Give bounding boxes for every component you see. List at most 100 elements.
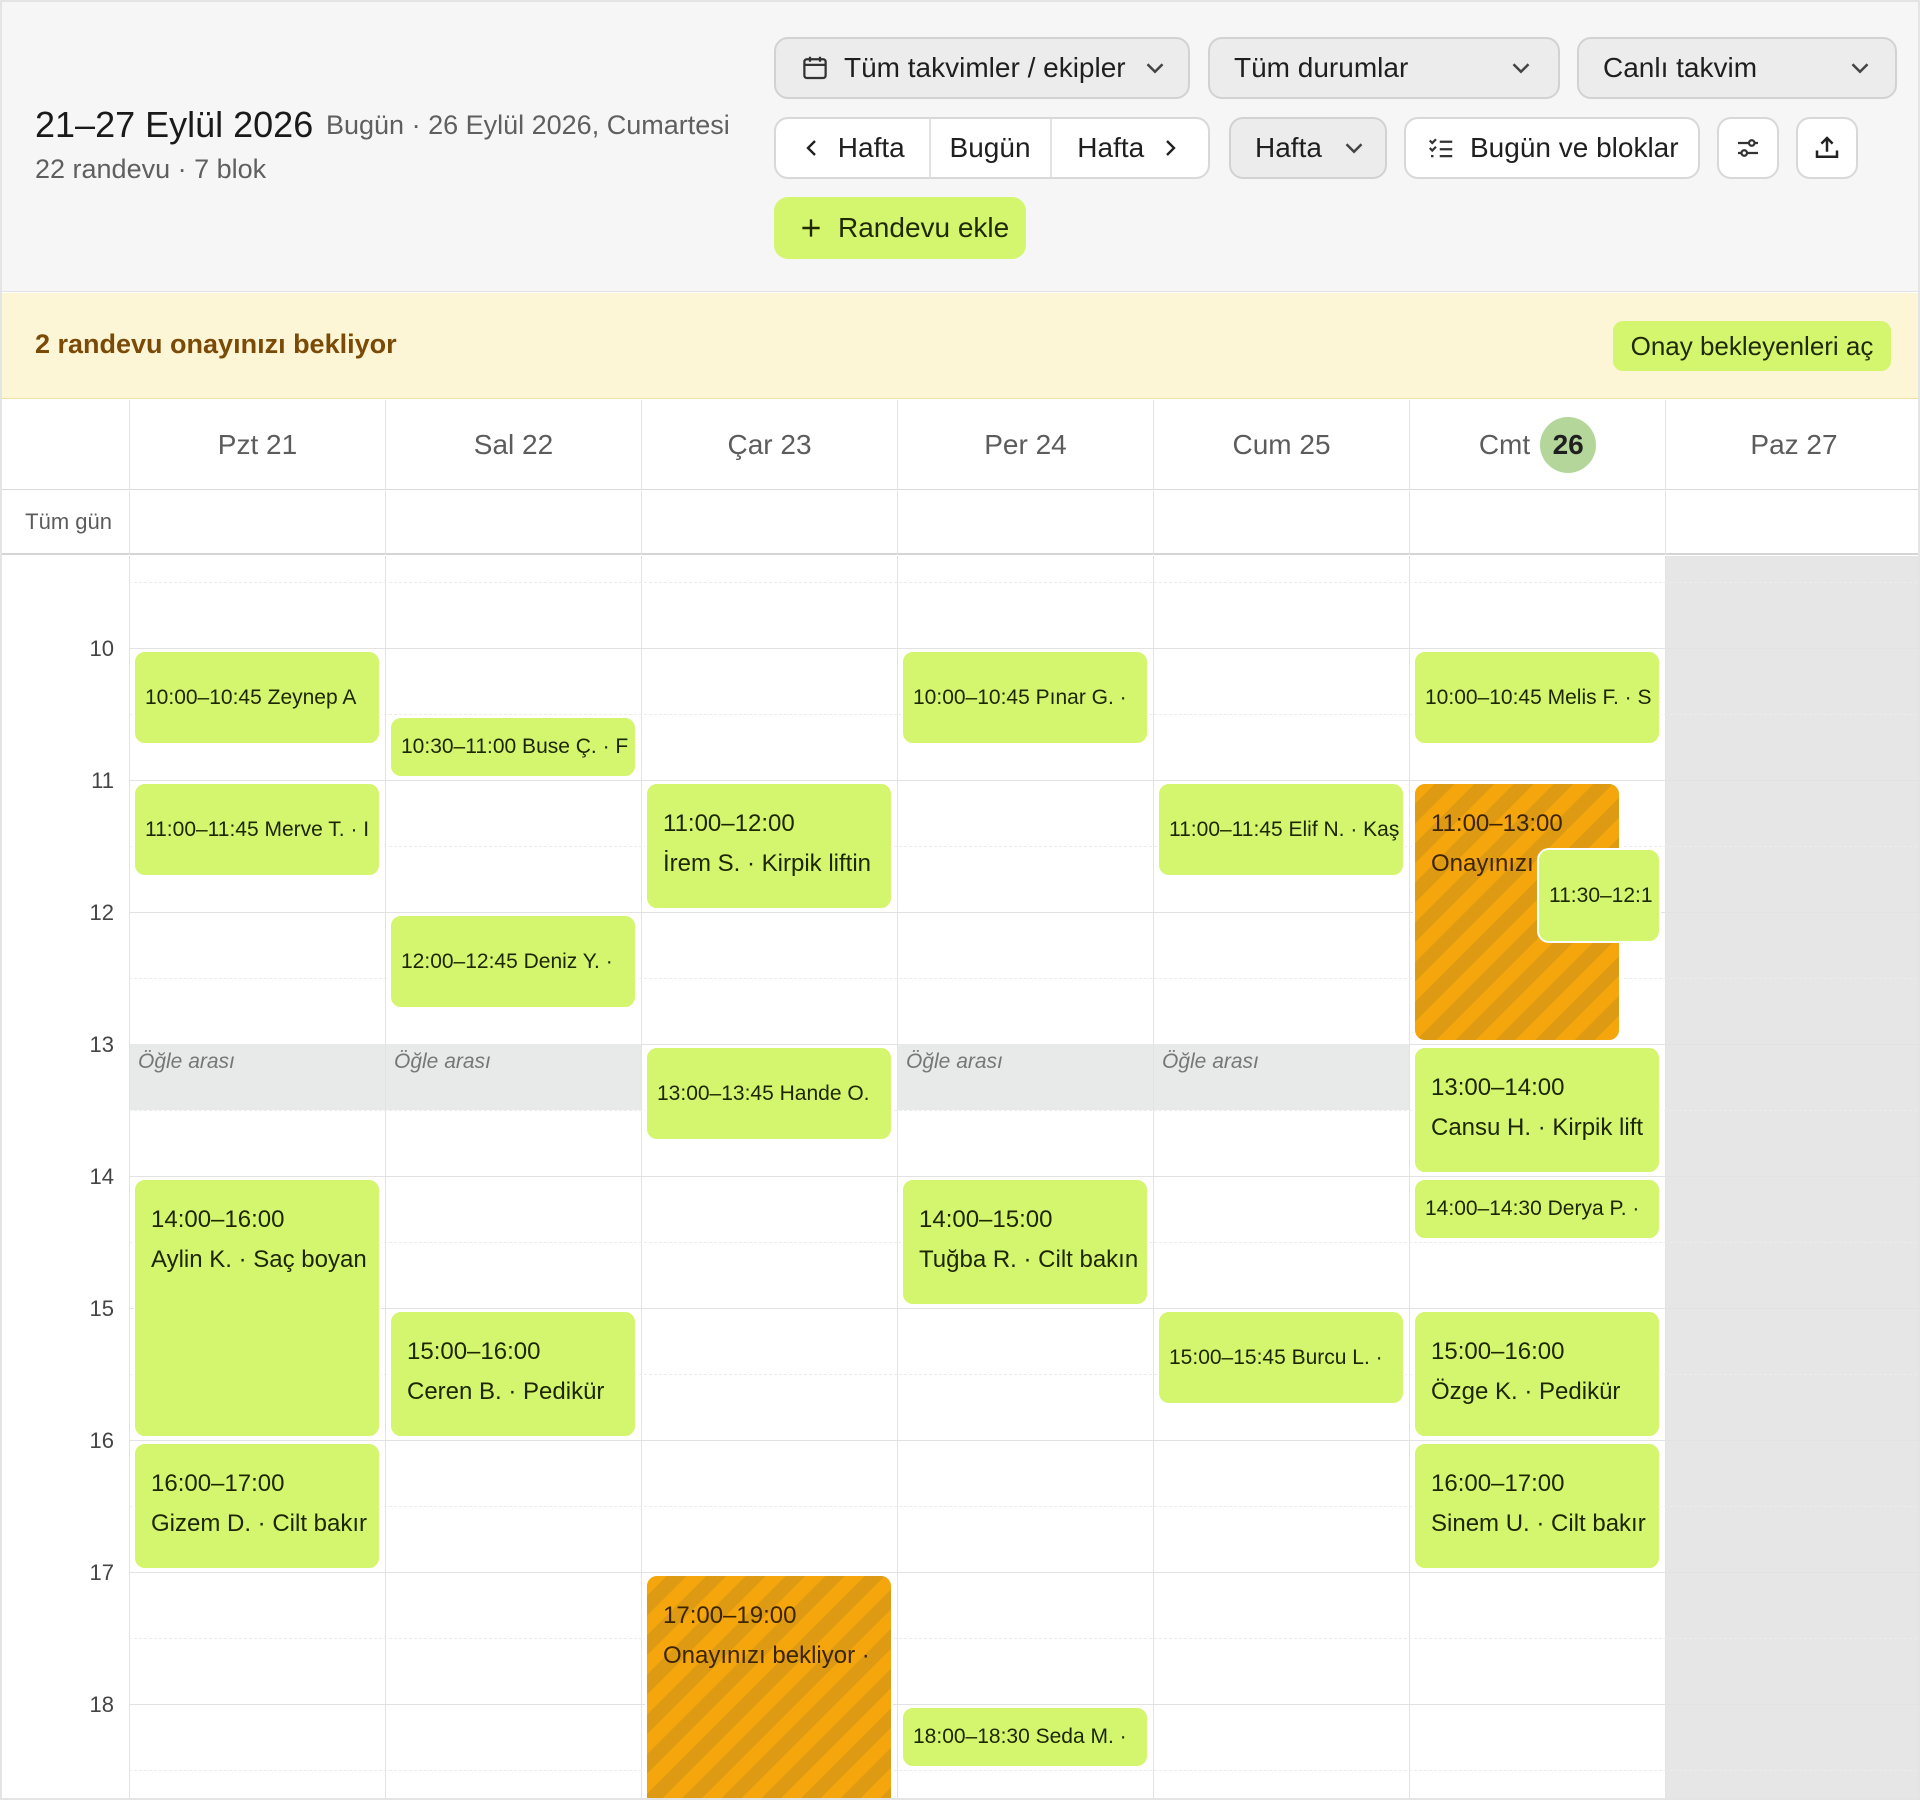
lunch-break-block: Öğle arası	[386, 1044, 641, 1110]
day-header-27[interactable]: Paz 27	[1665, 400, 1918, 490]
appointment-block[interactable]: 14:00–14:30 Derya P. ·	[1413, 1178, 1661, 1240]
appointment-detail: Onayınızı b	[1431, 850, 1554, 877]
chevron-down-icon	[1506, 53, 1536, 83]
calendars-filter[interactable]: Tüm takvimler / ekipler	[774, 37, 1190, 99]
all-day-cell[interactable]	[1665, 491, 1918, 555]
week-time-grid[interactable]: 09101112131415161718Öğle arasıÖğle arası…	[2, 556, 1918, 1798]
appointment-block[interactable]: 16:00–17:00 Gizem D. · Cilt bakır	[133, 1442, 381, 1570]
appointment-summary: 10:30–11:00 Buse Ç. · F	[401, 735, 629, 758]
next-week-button[interactable]: Hafta	[1052, 119, 1208, 177]
appointment-block[interactable]: 10:00–10:45 Melis F. · S	[1413, 650, 1661, 745]
display-settings-button[interactable]	[1717, 117, 1779, 179]
half-hour-line	[129, 582, 1918, 583]
chevron-left-icon	[800, 136, 824, 160]
day-header-24[interactable]: Per 24	[897, 400, 1153, 490]
prev-week-button[interactable]: Hafta	[776, 119, 931, 177]
appointment-time: 11:00–13:00	[1431, 810, 1563, 837]
appointment-block[interactable]: 15:00–16:00 Özge K. · Pedikür	[1413, 1310, 1661, 1438]
status-filter[interactable]: Tüm durumlar	[1208, 37, 1560, 99]
hour-label: 14	[89, 1164, 114, 1189]
appointment-block[interactable]: 18:00–18:30 Seda M. ·	[901, 1706, 1149, 1768]
appointment-block[interactable]: 15:00–15:45 Burcu L. ·	[1157, 1310, 1405, 1405]
lunch-break-block: Öğle arası	[130, 1044, 385, 1110]
day-header-26[interactable]: Cmt 26	[1409, 400, 1665, 490]
appointment-time: 14:00–15:00	[919, 1206, 1053, 1233]
all-day-cell[interactable]	[641, 491, 897, 555]
appointment-block[interactable]: 13:00–13:45 Hande O.	[645, 1046, 893, 1141]
all-day-cell[interactable]	[129, 491, 385, 555]
appointment-detail: Onayınızı bekliyor ·	[663, 1642, 870, 1669]
day-header-22[interactable]: Sal 22	[385, 400, 641, 490]
appointment-detail: Ceren B. · Pedikür	[407, 1378, 605, 1405]
hour-line	[129, 1176, 1918, 1177]
chevron-down-icon	[1339, 133, 1369, 163]
appointment-summary: 10:00–10:45 Zeynep A	[145, 685, 357, 709]
today-date-badge: 26	[1540, 417, 1597, 473]
week-navigation: Hafta Bugün Hafta	[774, 117, 1210, 179]
appointment-detail: İrem S. · Kirpik liftin	[663, 850, 872, 877]
appointment-summary: 10:00–10:45 Pınar G. ·	[913, 685, 1127, 709]
closed-day-column[interactable]	[1665, 556, 1918, 1798]
appointment-summary: 12:00–12:45 Deniz Y. ·	[401, 949, 613, 973]
today-button[interactable]: Bugün	[931, 119, 1052, 177]
appointment-detail: Tuğba R. · Cilt bakın	[919, 1246, 1139, 1273]
day-header-21[interactable]: Pzt 21	[129, 400, 385, 490]
calendar-header: 21–27 Eylül 2026 Bugün · 26 Eylül 2026, …	[2, 2, 1918, 292]
prev-week-label: Hafta	[837, 132, 905, 163]
day-header-25[interactable]: Cum 25	[1153, 400, 1409, 490]
day-column[interactable]	[1153, 556, 1409, 1798]
day-header-label: Pzt 21	[217, 429, 298, 460]
all-day-row: Tüm gün	[2, 491, 1918, 555]
view-select[interactable]: Hafta	[1229, 117, 1387, 179]
appointment-block[interactable]: 12:00–12:45 Deniz Y. ·	[389, 914, 637, 1009]
appointment-block[interactable]: 14:00–15:00 Tuğba R. · Cilt bakın	[901, 1178, 1149, 1306]
appointment-block[interactable]: 11:00–11:45 Elif N. · Kaş	[1157, 782, 1405, 877]
day-header-label: Çar 23	[727, 429, 812, 460]
appointment-block[interactable]: 14:00–16:00 Aylin K. · Saç boyan	[133, 1178, 381, 1438]
appointment-block[interactable]: 11:00–11:45 Merve T. · I	[133, 782, 381, 877]
calendar-app: 21–27 Eylül 2026 Bugün · 26 Eylül 2026, …	[0, 0, 1920, 1800]
appointment-summary: 14:00–14:30 Derya P. ·	[1425, 1197, 1640, 1220]
hour-label: 13	[89, 1032, 114, 1057]
export-button[interactable]	[1796, 117, 1858, 179]
chevron-down-icon	[1845, 53, 1875, 83]
appointment-time: 16:00–17:00	[151, 1470, 285, 1497]
appointment-block[interactable]: 11:00–12:00 İrem S. · Kirpik liftin	[645, 782, 893, 910]
appointment-block[interactable]: 13:00–14:00 Cansu H. · Kirpik lift	[1413, 1046, 1661, 1174]
day-header-row: Pzt 21 Sal 22 Çar 23 Per 24 Cum 25 Cmt 26 Paz 2…	[2, 400, 1918, 490]
all-day-cell[interactable]	[1409, 491, 1665, 555]
all-day-cell[interactable]	[897, 491, 1153, 555]
appointment-time: 15:00–16:00	[407, 1338, 541, 1365]
checklist-icon	[1426, 133, 1456, 163]
calendars-filter-label: Tüm takvimler / ekipler	[844, 52, 1126, 83]
hour-label: 15	[89, 1296, 114, 1321]
appointment-summary: 15:00–15:45 Burcu L. ·	[1169, 1345, 1383, 1369]
lunch-break-block: Öğle arası	[898, 1044, 1153, 1110]
appointment-block[interactable]: 10:00–10:45 Zeynep A	[133, 650, 381, 745]
appointment-block[interactable]: 15:00–16:00 Ceren B. · Pedikür	[389, 1310, 637, 1438]
appointment-block[interactable]: 10:00–10:45 Pınar G. ·	[901, 650, 1149, 745]
open-pending-button[interactable]: Onay bekleyenleri aç	[1613, 321, 1891, 371]
all-day-cell[interactable]	[385, 491, 641, 555]
appointment-block[interactable]: 16:00–17:00 Sinem U. · Cilt bakır	[1413, 1442, 1661, 1570]
appointment-block[interactable]: 10:30–11:00 Buse Ç. · F	[389, 716, 637, 778]
appointment-time: 17:00–19:00	[663, 1602, 797, 1629]
all-day-cell[interactable]	[1153, 491, 1409, 555]
pending-appointment[interactable]: 17:00–19:00 Onayınızı bekliyor ·	[645, 1574, 893, 1798]
calendar-mode-label: Canlı takvim	[1603, 52, 1758, 83]
date-range-title: 21–27 Eylül 2026	[35, 104, 314, 145]
half-hour-line	[129, 1638, 1918, 1639]
appointment-block[interactable]: 11:30–12:1	[1537, 848, 1661, 943]
add-appointment-button[interactable]: Randevu ekle	[774, 197, 1026, 259]
today-button-label: Bugün	[949, 132, 1031, 163]
appointment-detail: Cansu H. · Kirpik lift	[1431, 1114, 1644, 1141]
today-and-blocks-label: Bugün ve bloklar	[1470, 132, 1679, 163]
appointment-detail: Özge K. · Pedikür	[1431, 1378, 1621, 1405]
hour-label: 11	[91, 768, 114, 793]
calendar-mode-select[interactable]: Canlı takvim	[1577, 37, 1897, 99]
hour-line	[129, 1572, 1918, 1573]
day-header-23[interactable]: Çar 23	[641, 400, 897, 490]
today-and-blocks-button[interactable]: Bugün ve bloklar	[1404, 117, 1700, 179]
add-appointment-label: Randevu ekle	[838, 212, 1010, 243]
all-day-label: Tüm gün	[25, 509, 112, 534]
